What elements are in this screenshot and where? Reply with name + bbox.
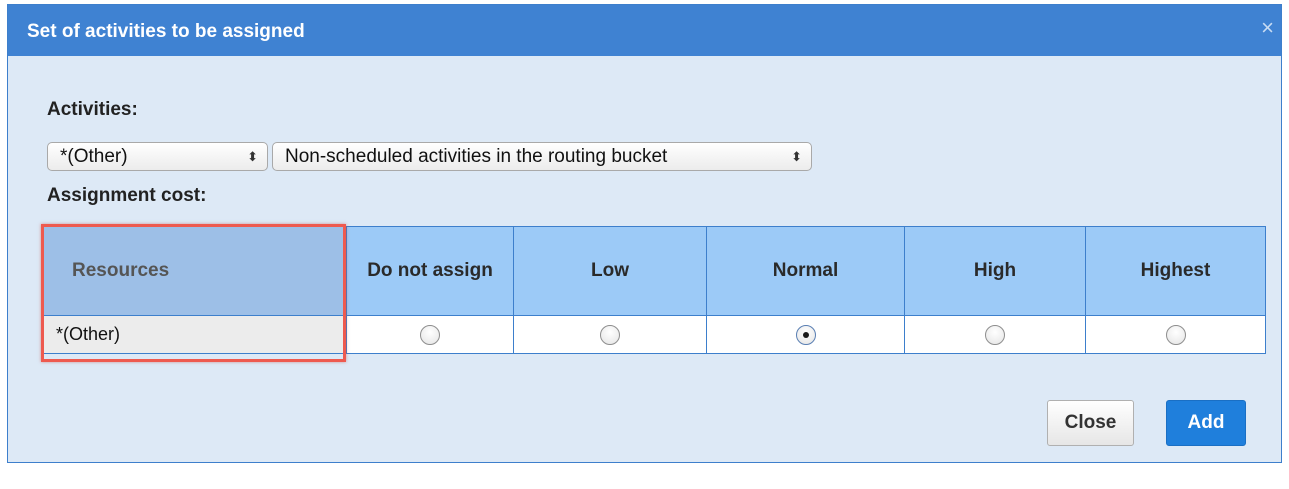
column-header-resources: Resources [41, 226, 347, 316]
activity-type-value: *(Other) [60, 146, 128, 167]
column-header-highest: Highest [1085, 226, 1266, 316]
assignment-cost-label: Assignment cost: [47, 185, 207, 206]
dialog-title: Set of activities to be assigned [27, 21, 305, 42]
radio-high[interactable] [985, 324, 1005, 345]
cost-cell [346, 315, 514, 354]
resource-cell: *(Other) [41, 315, 347, 354]
activity-scope-value: Non-scheduled activities in the routing … [285, 146, 668, 167]
assignment-cost-table: Resources Do not assign Low Normal High … [41, 226, 1266, 354]
cost-cell [1085, 315, 1266, 354]
radio-normal[interactable] [795, 324, 816, 345]
radio-do-not-assign[interactable] [420, 324, 440, 345]
column-header-high: High [904, 226, 1086, 316]
activities-label: Activities: [47, 99, 138, 120]
close-button[interactable]: Close [1047, 400, 1134, 446]
radio-highest[interactable] [1165, 324, 1186, 345]
table-row: *(Other) [41, 315, 1266, 354]
column-header-low: Low [513, 226, 707, 316]
select-arrows-icon: ⬍ [791, 149, 802, 164]
cost-cell [904, 315, 1086, 354]
dialog-titlebar: Set of activities to be assigned × [8, 5, 1281, 56]
column-header-do-not-assign: Do not assign [346, 226, 514, 316]
activity-scope-select[interactable]: Non-scheduled activities in the routing … [272, 142, 812, 171]
table-header-row: Resources Do not assign Low Normal High … [41, 226, 1266, 316]
add-button[interactable]: Add [1166, 400, 1246, 446]
select-arrows-icon: ⬍ [247, 149, 258, 164]
column-header-normal: Normal [706, 226, 905, 316]
radio-low[interactable] [600, 324, 620, 345]
cost-cell [513, 315, 707, 354]
close-icon[interactable]: × [1261, 17, 1274, 39]
activity-type-select[interactable]: *(Other) ⬍ [47, 142, 268, 171]
cost-cell [706, 315, 905, 354]
